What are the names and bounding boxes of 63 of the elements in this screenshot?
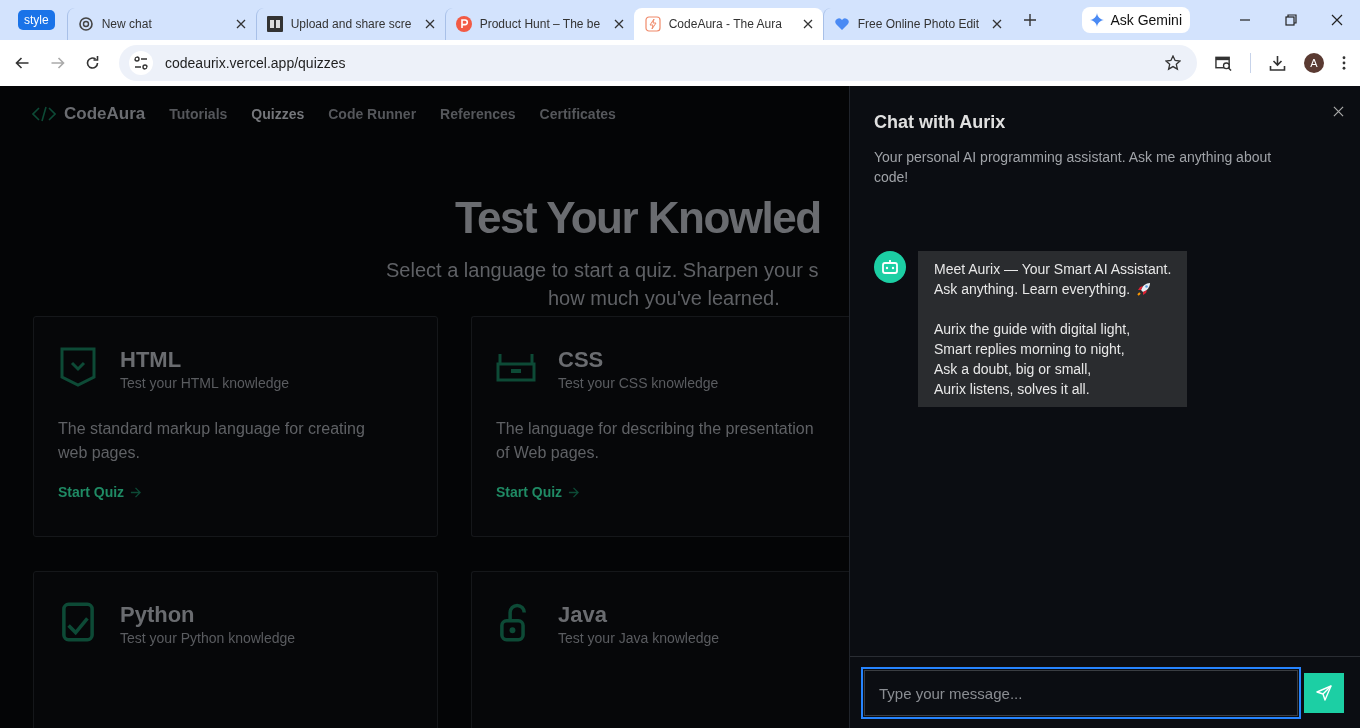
close-icon[interactable] <box>991 19 1002 29</box>
close-icon[interactable] <box>1333 106 1344 117</box>
card-subtitle: Test your HTML knowledge <box>120 375 290 391</box>
brand-name[interactable]: CodeAura <box>64 104 146 124</box>
page-subtitle: how much you've learned. <box>548 286 781 311</box>
message-text: Aurix the guide with digital light, Smart replies morning to night, Ask a doubt, big or small, Aurix listens, solves it all. <box>934 320 1132 399</box>
chat-subtitle: Your personal AI programming assistant. Ask me anything about code! <box>874 148 1273 187</box>
tab-title: New chat <box>101 17 153 31</box>
tab-group-chip[interactable]: style <box>18 10 55 30</box>
tab-title: Product Hunt – The be <box>479 17 602 31</box>
card-title: CSS <box>558 347 605 373</box>
chat-title: Chat with Aurix <box>874 112 1007 133</box>
card-title: Python <box>120 602 196 628</box>
new-tab-icon[interactable] <box>1023 14 1036 26</box>
bolt-icon <box>644 16 661 32</box>
paper-plane-icon <box>1316 685 1332 701</box>
card-subtitle: Test your Java knowledge <box>558 630 720 646</box>
nav-link[interactable]: Certificates <box>539 106 616 122</box>
avatar[interactable]: A <box>1304 53 1324 73</box>
back-icon[interactable] <box>14 55 31 71</box>
card-title: HTML <box>120 347 183 373</box>
close-icon[interactable] <box>424 19 435 29</box>
nav-link[interactable]: Tutorials <box>169 106 228 122</box>
tab-title: CodeAura - The Aura <box>668 17 783 31</box>
download-icon[interactable] <box>1269 55 1286 71</box>
menu-icon[interactable] <box>1342 56 1346 70</box>
sparkle-icon <box>1090 13 1105 27</box>
page-subtitle: Select a language to start a quiz. Sharpen your s <box>386 258 820 283</box>
nav-link[interactable]: References <box>440 106 516 122</box>
start-quiz-link[interactable]: Start Quiz <box>58 484 142 500</box>
card-title: Java <box>558 602 608 628</box>
message-text: Meet Aurix — Your Smart AI Assistant. Ask anything. Learn everything. <box>934 260 1172 299</box>
close-icon[interactable] <box>235 19 246 29</box>
robot-avatar-icon <box>874 251 906 283</box>
nav-link[interactable]: Quizzes <box>251 106 305 122</box>
ask-gemini-button[interactable]: Ask Gemini <box>1082 7 1190 33</box>
rocket-icon <box>1136 281 1153 297</box>
arrow-right-icon <box>130 486 142 498</box>
reload-icon[interactable] <box>84 55 101 71</box>
address-bar[interactable]: codeaurix.vercel.app/quizzes <box>119 45 1197 81</box>
message-input[interactable]: Type your message... <box>864 670 1298 716</box>
card-subtitle: Test your Python knowledge <box>120 630 296 646</box>
knot-icon <box>77 16 94 32</box>
close-icon[interactable] <box>613 19 624 29</box>
page-heading: Test Your Knowled <box>455 192 822 244</box>
card-subtitle: Test your CSS knowledge <box>558 375 719 391</box>
start-quiz-link[interactable]: Start Quiz <box>496 484 580 500</box>
shield-icon <box>58 347 98 387</box>
close-icon[interactable] <box>802 19 813 29</box>
arrow-right-icon <box>568 486 580 498</box>
tab-title: Upload and share scre <box>290 17 413 31</box>
card-description: The language for describing the presentation of Web pages. <box>496 419 815 463</box>
page-search-icon[interactable] <box>1215 55 1232 71</box>
square-logo-icon <box>266 16 283 32</box>
heart-icon <box>833 16 850 32</box>
browser-tab[interactable]: CodeAura - The Aura <box>633 8 823 40</box>
tab-title: Free Online Photo Edit <box>857 17 981 31</box>
code-brackets-icon <box>32 106 56 122</box>
restore-icon[interactable] <box>1285 14 1297 26</box>
nav-link[interactable]: Code Runner <box>328 106 417 122</box>
circle-logo-icon <box>455 16 472 32</box>
card-description: The standard markup language for creating web pages. <box>58 419 366 463</box>
close-icon[interactable] <box>1331 14 1343 26</box>
